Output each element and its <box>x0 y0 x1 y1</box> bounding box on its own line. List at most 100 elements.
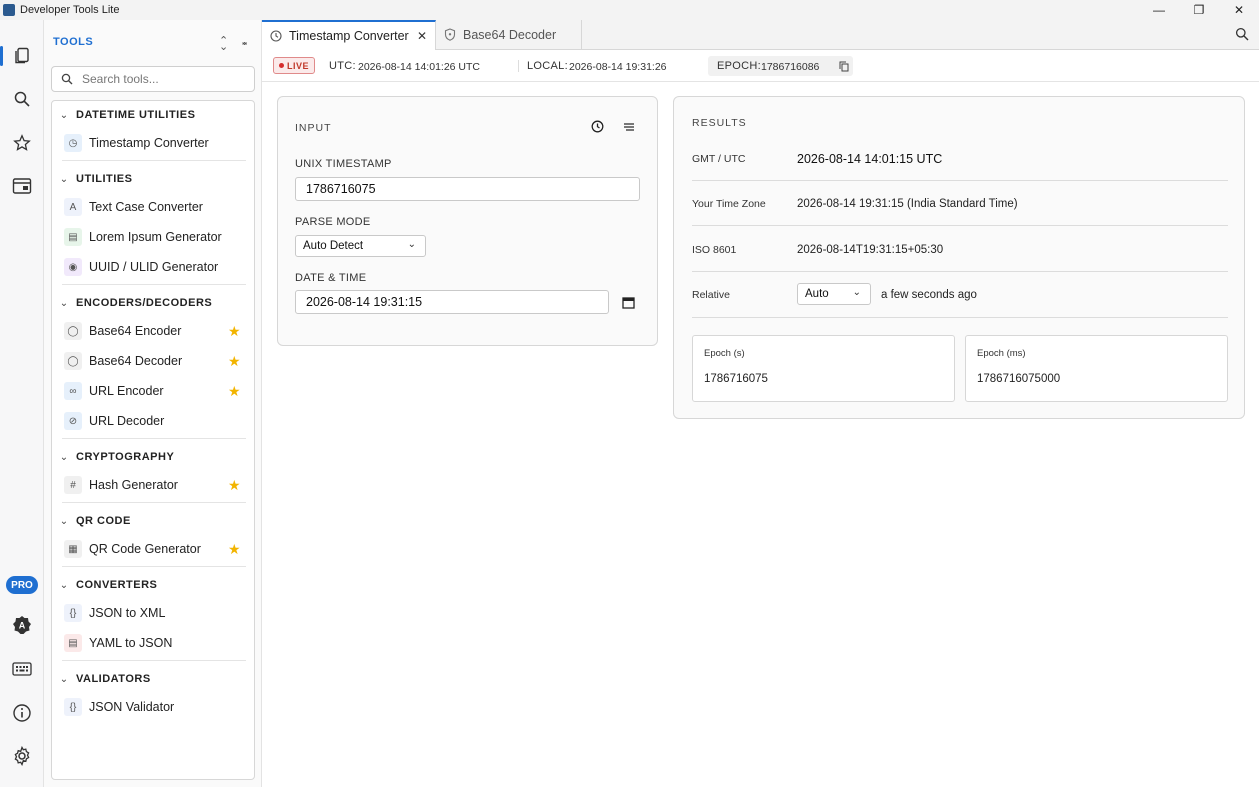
gmt-label: GMT / UTC <box>692 153 746 165</box>
tool-item-label: URL Encoder <box>89 384 164 398</box>
tool-item[interactable]: ◯ Base64 Decoder ★ <box>52 347 254 375</box>
parse-mode-label: PARSE MODE <box>295 216 371 228</box>
star-outline-icon <box>13 134 31 151</box>
relative-label: Relative <box>692 289 730 301</box>
group-label: CONVERTERS <box>76 579 158 591</box>
group-header[interactable]: ⌄ QR CODE <box>52 509 254 533</box>
search-activity-button[interactable] <box>0 81 44 117</box>
window-icon <box>12 178 32 194</box>
braces-icon: {} <box>64 604 82 622</box>
live-dot-icon <box>278 63 284 68</box>
qr-code-icon: ▦ <box>64 540 82 558</box>
group-label: VALIDATORS <box>76 673 151 685</box>
tool-item[interactable]: ∞ URL Encoder ★ <box>52 377 254 405</box>
minimize-button[interactable]: — <box>1139 0 1179 20</box>
results-card: RESULTS GMT / UTC 2026-08-14 14:01:15 UT… <box>673 96 1245 419</box>
group-divider <box>62 660 246 661</box>
group-header[interactable]: ⌄ UTILITIES <box>52 167 254 191</box>
tab-search-button[interactable] <box>1235 27 1249 46</box>
search-input[interactable] <box>82 72 242 86</box>
tab-base64-decoder[interactable]: Base64 Decoder <box>436 20 582 50</box>
about-button[interactable] <box>0 695 44 731</box>
divider <box>692 180 1228 181</box>
group-header[interactable]: ⌄ ENCODERS/DECODERS <box>52 291 254 315</box>
sidebar-title: TOOLS <box>53 36 94 48</box>
windows-button[interactable] <box>0 168 44 204</box>
timezone-value: 2026-08-14 19:31:15 (India Standard Time… <box>797 198 1018 210</box>
group-divider <box>62 438 246 439</box>
calendar-icon[interactable] <box>622 296 635 309</box>
tool-item[interactable]: {} JSON to XML <box>52 599 254 627</box>
close-window-button[interactable]: ✕ <box>1219 0 1259 20</box>
tool-item[interactable]: ▤ YAML to JSON <box>52 629 254 657</box>
epoch-seconds-label: Epoch (s) <box>704 348 745 359</box>
epoch-milliseconds-label: Epoch (ms) <box>977 348 1026 359</box>
format-list-icon[interactable] <box>623 122 635 132</box>
restore-button[interactable]: ❐ <box>1179 0 1219 20</box>
tool-item-label: JSON to XML <box>89 606 166 620</box>
pro-badge[interactable]: PRO <box>6 576 38 594</box>
group-label: QR CODE <box>76 515 131 527</box>
star-filled-icon[interactable]: ★ <box>228 353 241 370</box>
window-controls: — ❐ ✕ <box>1139 0 1259 20</box>
tool-item[interactable]: # Hash Generator ★ <box>52 471 254 499</box>
tool-item-label: UUID / ULID Generator <box>89 260 219 274</box>
tool-item-label: Lorem Ipsum Generator <box>89 230 222 244</box>
relative-mode-select[interactable]: Auto ⌄ <box>797 283 871 305</box>
settings-button[interactable] <box>0 738 44 774</box>
group-header[interactable]: ⌄ DATETIME UTILITIES <box>52 103 254 127</box>
tool-item[interactable]: ⊘ URL Decoder <box>52 407 254 435</box>
tab-strip: Timestamp Converter ✕ Base64 Decoder <box>262 20 1259 51</box>
clock-now-icon[interactable] <box>591 120 604 133</box>
favorites-button[interactable] <box>0 125 44 161</box>
tool-item-label: Base64 Encoder <box>89 324 182 338</box>
tools-explorer-icon <box>15 47 29 64</box>
copy-icon[interactable] <box>839 61 849 72</box>
tool-item[interactable]: ▦ QR Code Generator ★ <box>52 535 254 563</box>
unix-timestamp-label: UNIX TIMESTAMP <box>295 158 392 170</box>
tool-list: ⌄ DATETIME UTILITIES ◷ Timestamp Converter ⌄… <box>51 100 255 780</box>
tool-search-box[interactable] <box>51 66 255 92</box>
tool-item-label: QR Code Generator <box>89 542 201 556</box>
divider <box>518 60 519 72</box>
divider <box>692 271 1228 272</box>
tool-item[interactable]: {} JSON Validator <box>52 693 254 721</box>
tools-explorer-button[interactable] <box>0 38 44 74</box>
group-divider <box>62 502 246 503</box>
parse-mode-select[interactable]: Auto Detect ⌄ <box>295 235 426 257</box>
input-card: INPUT UNIX TIMESTAMP 1786716075 PARSE MO… <box>277 96 658 346</box>
tool-item[interactable]: A Text Case Converter <box>52 193 254 221</box>
group-header[interactable]: ⌄ CRYPTOGRAPHY <box>52 445 254 469</box>
tool-item-label: Hash Generator <box>89 478 178 492</box>
chevron-down-icon: ⌄ <box>59 579 69 591</box>
star-filled-icon[interactable]: ★ <box>228 323 241 340</box>
local-value: 2026-08-14 19:31:26 <box>569 61 667 73</box>
input-card-title: INPUT <box>295 122 332 134</box>
date-time-input[interactable]: 2026-08-14 19:31:15 <box>295 290 609 314</box>
local-label: LOCAL: <box>527 60 568 72</box>
tab-close-icon[interactable]: ✕ <box>417 29 427 43</box>
link-icon: ∞ <box>64 382 82 400</box>
tool-item[interactable]: ◷ Timestamp Converter <box>52 129 254 157</box>
star-filled-icon[interactable]: ★ <box>228 383 241 400</box>
group-header[interactable]: ⌄ CONVERTERS <box>52 573 254 597</box>
keyboard-shortcuts-button[interactable] <box>0 651 44 687</box>
link-off-icon: ⊘ <box>64 412 82 430</box>
group-header[interactable]: ⌄ VALIDATORS <box>52 667 254 691</box>
gear-icon <box>14 746 30 766</box>
star-filled-icon[interactable]: ★ <box>228 477 241 494</box>
utc-value: 2026-08-14 14:01:26 UTC <box>358 61 480 73</box>
chevron-down-icon: ⌄ <box>59 297 69 309</box>
chevron-down-icon: ⌄ <box>59 515 69 527</box>
iso-value: 2026-08-14T19:31:15+05:30 <box>797 244 944 256</box>
tab-timestamp-converter[interactable]: Timestamp Converter ✕ <box>262 20 436 51</box>
live-label: LIVE <box>286 60 309 71</box>
tab-label: Timestamp Converter <box>289 29 409 43</box>
tool-item[interactable]: ◯ Base64 Encoder ★ <box>52 317 254 345</box>
star-filled-icon[interactable]: ★ <box>228 541 241 558</box>
chevron-down-icon: ⌄ <box>407 239 416 250</box>
unix-timestamp-input[interactable]: 1786716075 <box>295 177 640 201</box>
accessibility-button[interactable]: A <box>0 607 44 643</box>
tool-item[interactable]: ◉ UUID / ULID Generator <box>52 253 254 281</box>
tool-item[interactable]: ▤ Lorem Ipsum Generator <box>52 223 254 251</box>
